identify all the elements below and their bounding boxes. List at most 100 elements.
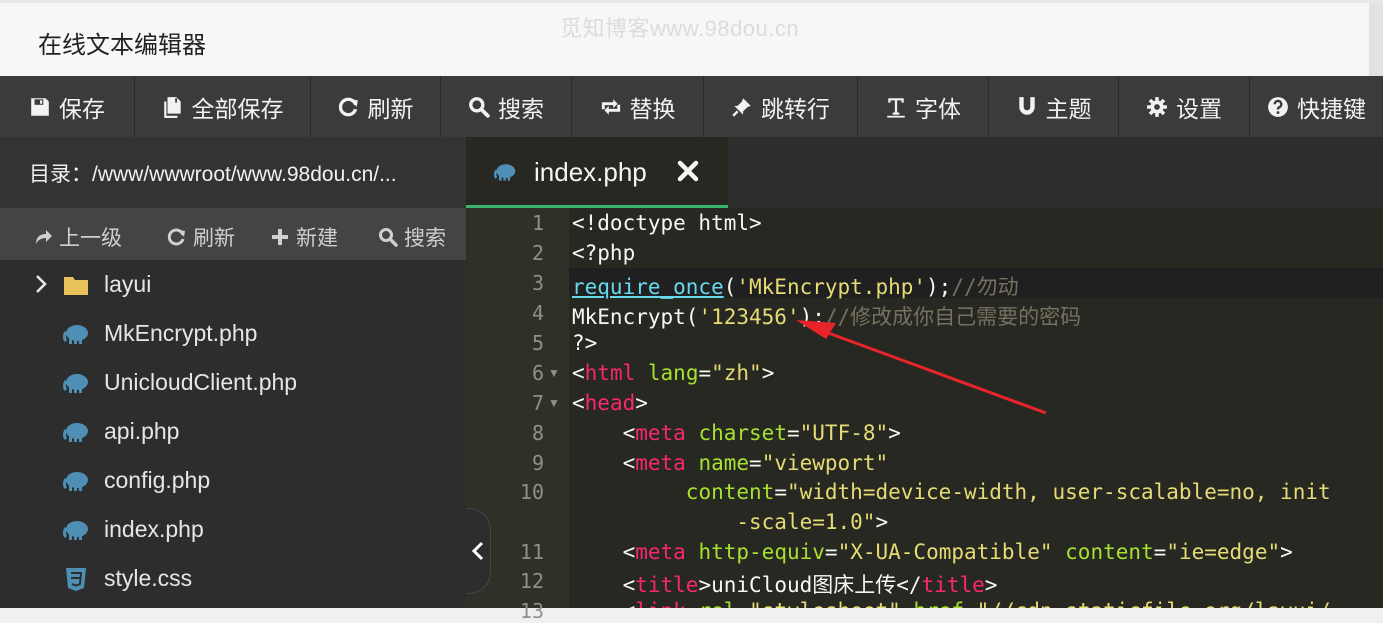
sidebar-actions: 上一级 刷新 新建 搜索 (0, 208, 466, 260)
code-line-10-wrap: -scale=1.0"> (736, 510, 889, 534)
watermark: 觅知博客www.98dou.cn (560, 16, 800, 41)
search-icon (379, 228, 398, 247)
code-line-5: ?> (572, 331, 598, 355)
settings-button[interactable]: 设置 (1119, 76, 1250, 137)
file-tree: layui MkEncrypt.php UnicloudClient.php a… (0, 260, 466, 603)
fold-arrow-icon[interactable]: ▼ (548, 366, 560, 380)
code-line-3: require_once('MkEncrypt.php');//勿动 (572, 275, 1019, 299)
line-number: 8 (531, 421, 544, 445)
save-icon (31, 97, 49, 116)
theme-button[interactable]: 主题 (989, 76, 1119, 137)
fold-arrow-icon[interactable]: ▼ (548, 396, 560, 410)
font-button[interactable]: 字体 (858, 76, 989, 137)
php-elephant-icon (63, 423, 88, 442)
code-line-9: <meta name="viewport" (622, 451, 889, 475)
tree-item-label: index.php (104, 516, 204, 542)
php-elephant-icon (63, 521, 88, 540)
save-all-label: 全部保存 (191, 95, 284, 122)
search-label: 搜索 (498, 95, 544, 122)
tree-item-label: MkEncrypt.php (104, 320, 258, 346)
code-line-1: <!doctype html> (572, 211, 762, 235)
line-number: 4 (531, 301, 544, 325)
tree-item-api[interactable]: api.php (0, 407, 466, 456)
window-edge (1369, 3, 1383, 76)
sidebar-refresh-label: 刷新 (193, 227, 235, 250)
save-all-button[interactable]: 全部保存 (135, 76, 311, 137)
replace-button[interactable]: 替换 (572, 76, 704, 137)
chevron-right-icon[interactable] (32, 272, 52, 296)
sidebar-search-button[interactable]: 搜索 (378, 222, 446, 252)
directory-path: 目录：/www/wwwroot/www.98dou.cn/... (0, 137, 466, 208)
tree-item-config[interactable]: config.php (0, 456, 466, 505)
search-button[interactable]: 搜索 (441, 76, 572, 137)
chevron-left-icon (471, 541, 484, 561)
file-sidebar: 目录：/www/wwwroot/www.98dou.cn/... 上一级 刷新 … (0, 137, 466, 608)
tree-item-unicloudclient[interactable]: UnicloudClient.php (0, 358, 466, 407)
code-line-4: MkEncrypt('123456');//修改成你自己需要的密码 (572, 305, 1082, 329)
folder-icon (64, 277, 88, 295)
tree-item-index[interactable]: index.php (0, 505, 466, 554)
theme-icon (1018, 96, 1035, 115)
code-editor: index.php 1 2 3 4 5 6 ▼ 7 ▼ 8 9 10 11 12… (466, 137, 1383, 623)
goto-line-button[interactable]: 跳转行 (704, 76, 858, 137)
line-number: 5 (531, 331, 544, 355)
code-line-11: <meta http-equiv="X-UA-Compatible" conte… (622, 540, 1293, 564)
code-line-6: <html lang="zh"> (572, 361, 775, 385)
tree-item-label: style.css (104, 565, 193, 591)
font-label: 字体 (915, 95, 961, 122)
php-elephant-icon (63, 325, 88, 344)
refresh-icon (338, 97, 358, 116)
gear-icon (1147, 96, 1167, 117)
tree-item-mkencrypt[interactable]: MkEncrypt.php (0, 309, 466, 358)
code-line-7: <head> (572, 391, 648, 415)
tree-item-style[interactable]: style.css (0, 554, 466, 603)
line-number: 9 (531, 451, 544, 475)
up-level-button[interactable]: 上一级 (33, 222, 122, 252)
search-icon (469, 96, 490, 118)
php-elephant-icon (63, 374, 88, 393)
help-icon (1268, 96, 1288, 117)
tab-index-php[interactable]: index.php (466, 137, 728, 208)
refresh-button[interactable]: 刷新 (311, 76, 441, 137)
sidebar-refresh-button[interactable]: 刷新 (167, 222, 235, 252)
refresh-label: 刷新 (367, 95, 414, 122)
line-number: 6 (531, 361, 544, 385)
new-file-label: 新建 (296, 227, 338, 250)
save-button[interactable]: 保存 (0, 76, 135, 137)
refresh-icon (167, 228, 185, 246)
replace-label: 替换 (629, 95, 676, 122)
code-area[interactable]: <!doctype html> <?php require_once('MkEn… (566, 208, 1383, 608)
tab-label: index.php (534, 157, 647, 187)
save-all-icon (163, 96, 181, 118)
code-line-12: <title>uniCloud图床上传</title> (622, 573, 998, 597)
line-number: 1 (531, 211, 544, 235)
sidebar-collapse-handle[interactable] (466, 508, 491, 594)
goto-line-label: 跳转行 (761, 95, 830, 122)
shortcuts-button[interactable]: 快捷键 (1250, 76, 1383, 137)
line-number: 10 (519, 480, 544, 504)
up-level-icon (36, 230, 52, 244)
up-level-label: 上一级 (59, 227, 122, 250)
close-icon[interactable] (676, 159, 700, 183)
plus-icon (272, 229, 288, 245)
line-number: 7 (531, 391, 544, 415)
editor-tabbar: index.php (466, 137, 1383, 208)
main-toolbar: 保存 全部保存 刷新 搜索 替换 跳转行 字体 主题 设置 快捷键 (0, 76, 1383, 137)
tree-item-layui[interactable]: layui (0, 260, 466, 309)
code-line-10: content="width=device-width, user-scalab… (685, 480, 1331, 504)
tree-item-label: config.php (104, 467, 211, 493)
code-line-8: <meta charset="UTF-8"> (622, 421, 901, 445)
css3-icon (66, 568, 86, 591)
code-line-2: <?php (572, 241, 636, 265)
php-elephant-icon (493, 164, 516, 181)
line-number: 13 (519, 599, 544, 623)
tree-item-label: UnicloudClient.php (104, 369, 298, 395)
new-file-button[interactable]: 新建 (270, 222, 338, 252)
replace-icon (601, 98, 620, 115)
window-titlebar: 在线文本编辑器 觅知博客www.98dou.cn (0, 0, 1383, 76)
theme-label: 主题 (1045, 95, 1092, 122)
sidebar-search-label: 搜索 (404, 227, 446, 250)
settings-label: 设置 (1176, 95, 1222, 122)
shortcuts-label: 快捷键 (1297, 95, 1366, 122)
window-title: 在线文本编辑器 (38, 32, 206, 59)
